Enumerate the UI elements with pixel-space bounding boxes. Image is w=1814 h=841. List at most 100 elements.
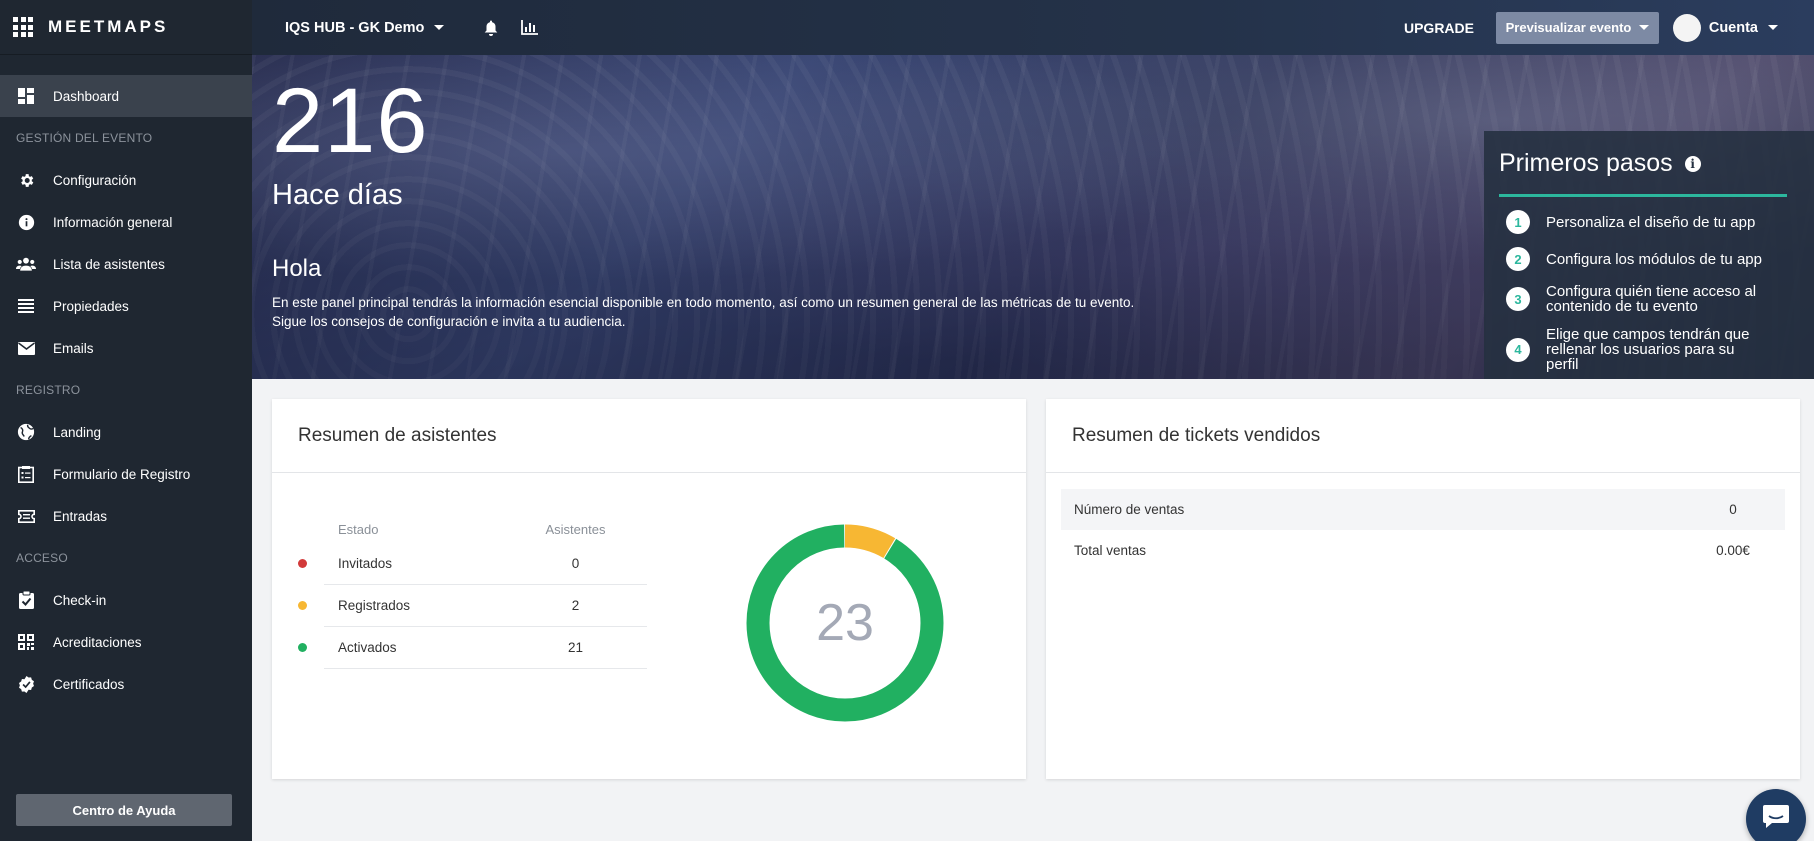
- row-state: Activados: [338, 640, 397, 655]
- sidebar-item-checkin[interactable]: Check-in: [0, 579, 252, 621]
- row-count: 0: [571, 556, 580, 571]
- table-row: Número de ventas 0: [1061, 489, 1785, 530]
- row-state: Registrados: [338, 598, 411, 613]
- form-icon: [16, 464, 36, 484]
- status-dot-activados: [298, 643, 307, 652]
- step-text: Elige que campos tendrán que rellenar lo…: [1546, 326, 1750, 373]
- event-selector[interactable]: IQS HUB - GK Demo: [285, 19, 445, 36]
- first-steps-title: Primeros pasos i: [1499, 149, 1799, 178]
- sidebar-item-dashboard[interactable]: Dashboard: [0, 75, 252, 117]
- card-title: Resumen de asistentes: [272, 399, 1026, 473]
- sidebar-item-asistentes[interactable]: Lista de asistentes: [0, 243, 252, 285]
- attendees-table: Estado Asistentes Invitados 0 Registrado…: [298, 515, 647, 669]
- sidebar-item-label: Certificados: [53, 676, 125, 692]
- row-label: Número de ventas: [1074, 502, 1185, 517]
- sidebar-item-label: Lista de asistentes: [53, 256, 165, 272]
- row-value: 0.00€: [1716, 543, 1750, 558]
- table-header: Estado Asistentes: [324, 515, 647, 543]
- sidebar: MEETMAPS Dashboard GESTIÓN DEL EVENTO Co…: [0, 0, 252, 841]
- days-count: 216: [272, 70, 429, 172]
- attendees-summary-card: Resumen de asistentes Estado Asistentes …: [272, 399, 1026, 779]
- globe-icon: [16, 422, 36, 442]
- row-count: 2: [571, 598, 580, 613]
- brand: MEETMAPS: [0, 0, 252, 55]
- row-state: Invitados: [338, 556, 393, 571]
- donut-total: 23: [816, 594, 874, 652]
- hero-description-line: En este panel principal tendrás la infor…: [272, 295, 1135, 310]
- info-icon[interactable]: i: [1684, 155, 1701, 172]
- dashboard-icon: [16, 86, 36, 106]
- step-number: 3: [1506, 287, 1530, 311]
- sidebar-item-label: Configuración: [53, 172, 137, 188]
- tickets-summary-card: Resumen de tickets vendidos Número de ve…: [1046, 399, 1800, 779]
- step-item[interactable]: 3 Configura quién tiene acceso al conten…: [1499, 284, 1799, 314]
- topbar: IQS HUB - GK Demo UPGRADE Previsualizar …: [252, 0, 1814, 55]
- first-steps-title-text: Primeros pasos: [1499, 149, 1673, 177]
- step-item[interactable]: 1 Personaliza el diseño de tu app: [1499, 210, 1799, 234]
- column-header-count: Asistentes: [545, 521, 606, 537]
- sidebar-item-entradas[interactable]: Entradas: [0, 495, 252, 537]
- table-row: Invitados 0: [298, 543, 647, 585]
- first-steps-panel: Primeros pasos i 1 Personaliza el diseño…: [1484, 131, 1814, 379]
- sidebar-item-formulario[interactable]: Formulario de Registro: [0, 453, 252, 495]
- step-number: 2: [1506, 247, 1530, 271]
- table-row: Registrados 2: [298, 585, 647, 627]
- sidebar-item-landing[interactable]: Landing: [0, 411, 252, 453]
- gear-icon: [16, 170, 36, 190]
- sidebar-item-propiedades[interactable]: Propiedades: [0, 285, 252, 327]
- step-item[interactable]: 4 Elige que campos tendrán que rellenar …: [1499, 327, 1799, 372]
- sidebar-item-label: Check-in: [53, 592, 107, 608]
- event-name: IQS HUB - GK Demo: [285, 19, 425, 36]
- hero-description-line: Sigue los consejos de configuración e in…: [272, 314, 626, 329]
- list-icon: [16, 296, 36, 316]
- preview-event-button[interactable]: Previsualizar evento: [1496, 11, 1659, 44]
- days-label: Hace días: [272, 179, 403, 211]
- chat-widget-button[interactable]: [1746, 789, 1806, 841]
- table-row: Total ventas 0.00€: [1061, 530, 1785, 571]
- info-circle-icon: [16, 212, 36, 232]
- hero-content: 216 Hace días Hola En este panel princip…: [272, 75, 1172, 331]
- section-title-gestion: GESTIÓN DEL EVENTO: [16, 131, 153, 145]
- bar-chart-icon[interactable]: [520, 19, 538, 37]
- sidebar-item-label: Entradas: [53, 508, 108, 524]
- account-menu[interactable]: Cuenta: [1672, 13, 1778, 42]
- sidebar-item-certificados[interactable]: Certificados: [0, 663, 252, 705]
- table-row: Activados 21: [298, 627, 647, 669]
- status-dot-invitados: [298, 559, 307, 568]
- qr-code-icon: [16, 632, 36, 652]
- sidebar-item-emails[interactable]: Emails: [0, 327, 252, 369]
- sidebar-item-configuracion[interactable]: Configuración: [0, 159, 252, 201]
- step-number: 1: [1506, 210, 1530, 234]
- sidebar-item-label: Información general: [53, 214, 173, 230]
- sidebar-item-label: Propiedades: [53, 298, 129, 314]
- apps-grid-icon[interactable]: [13, 17, 33, 37]
- chevron-down-icon: [1639, 25, 1650, 30]
- account-label: Cuenta: [1708, 19, 1758, 36]
- step-item[interactable]: 2 Configura los módulos de tu app: [1499, 247, 1799, 271]
- column-header-state: Estado: [338, 521, 379, 537]
- row-value: 0: [1729, 502, 1737, 517]
- chevron-down-icon: [434, 25, 445, 30]
- help-center-button[interactable]: Centro de Ayuda: [16, 794, 232, 826]
- row-label: Total ventas: [1074, 543, 1147, 558]
- steps-progress-bar: [1499, 194, 1787, 197]
- sidebar-item-informacion[interactable]: Información general: [0, 201, 252, 243]
- section-title-acceso: ACCESO: [16, 551, 68, 565]
- preview-event-label: Previsualizar evento: [1505, 20, 1632, 35]
- sidebar-item-label: Landing: [53, 424, 102, 440]
- sidebar-item-label: Formulario de Registro: [53, 466, 191, 482]
- step-number: 4: [1506, 337, 1530, 362]
- hero-description: En este panel principal tendrás la infor…: [272, 293, 1172, 331]
- upgrade-link[interactable]: UPGRADE: [1404, 20, 1474, 36]
- sidebar-item-acreditaciones[interactable]: Acreditaciones: [0, 621, 252, 663]
- ticket-icon: [16, 506, 36, 526]
- row-count: 21: [567, 640, 584, 655]
- hero-banner: 216 Hace días Hola En este panel princip…: [252, 55, 1814, 379]
- bell-icon[interactable]: [482, 19, 500, 37]
- step-text: Personaliza el diseño de tu app: [1546, 213, 1756, 231]
- chat-icon: [1762, 804, 1790, 835]
- section-title-registro: REGISTRO: [16, 383, 81, 397]
- card-title: Resumen de tickets vendidos: [1046, 399, 1800, 473]
- sidebar-item-label: Dashboard: [53, 88, 120, 104]
- sidebar-item-label: Emails: [53, 340, 94, 356]
